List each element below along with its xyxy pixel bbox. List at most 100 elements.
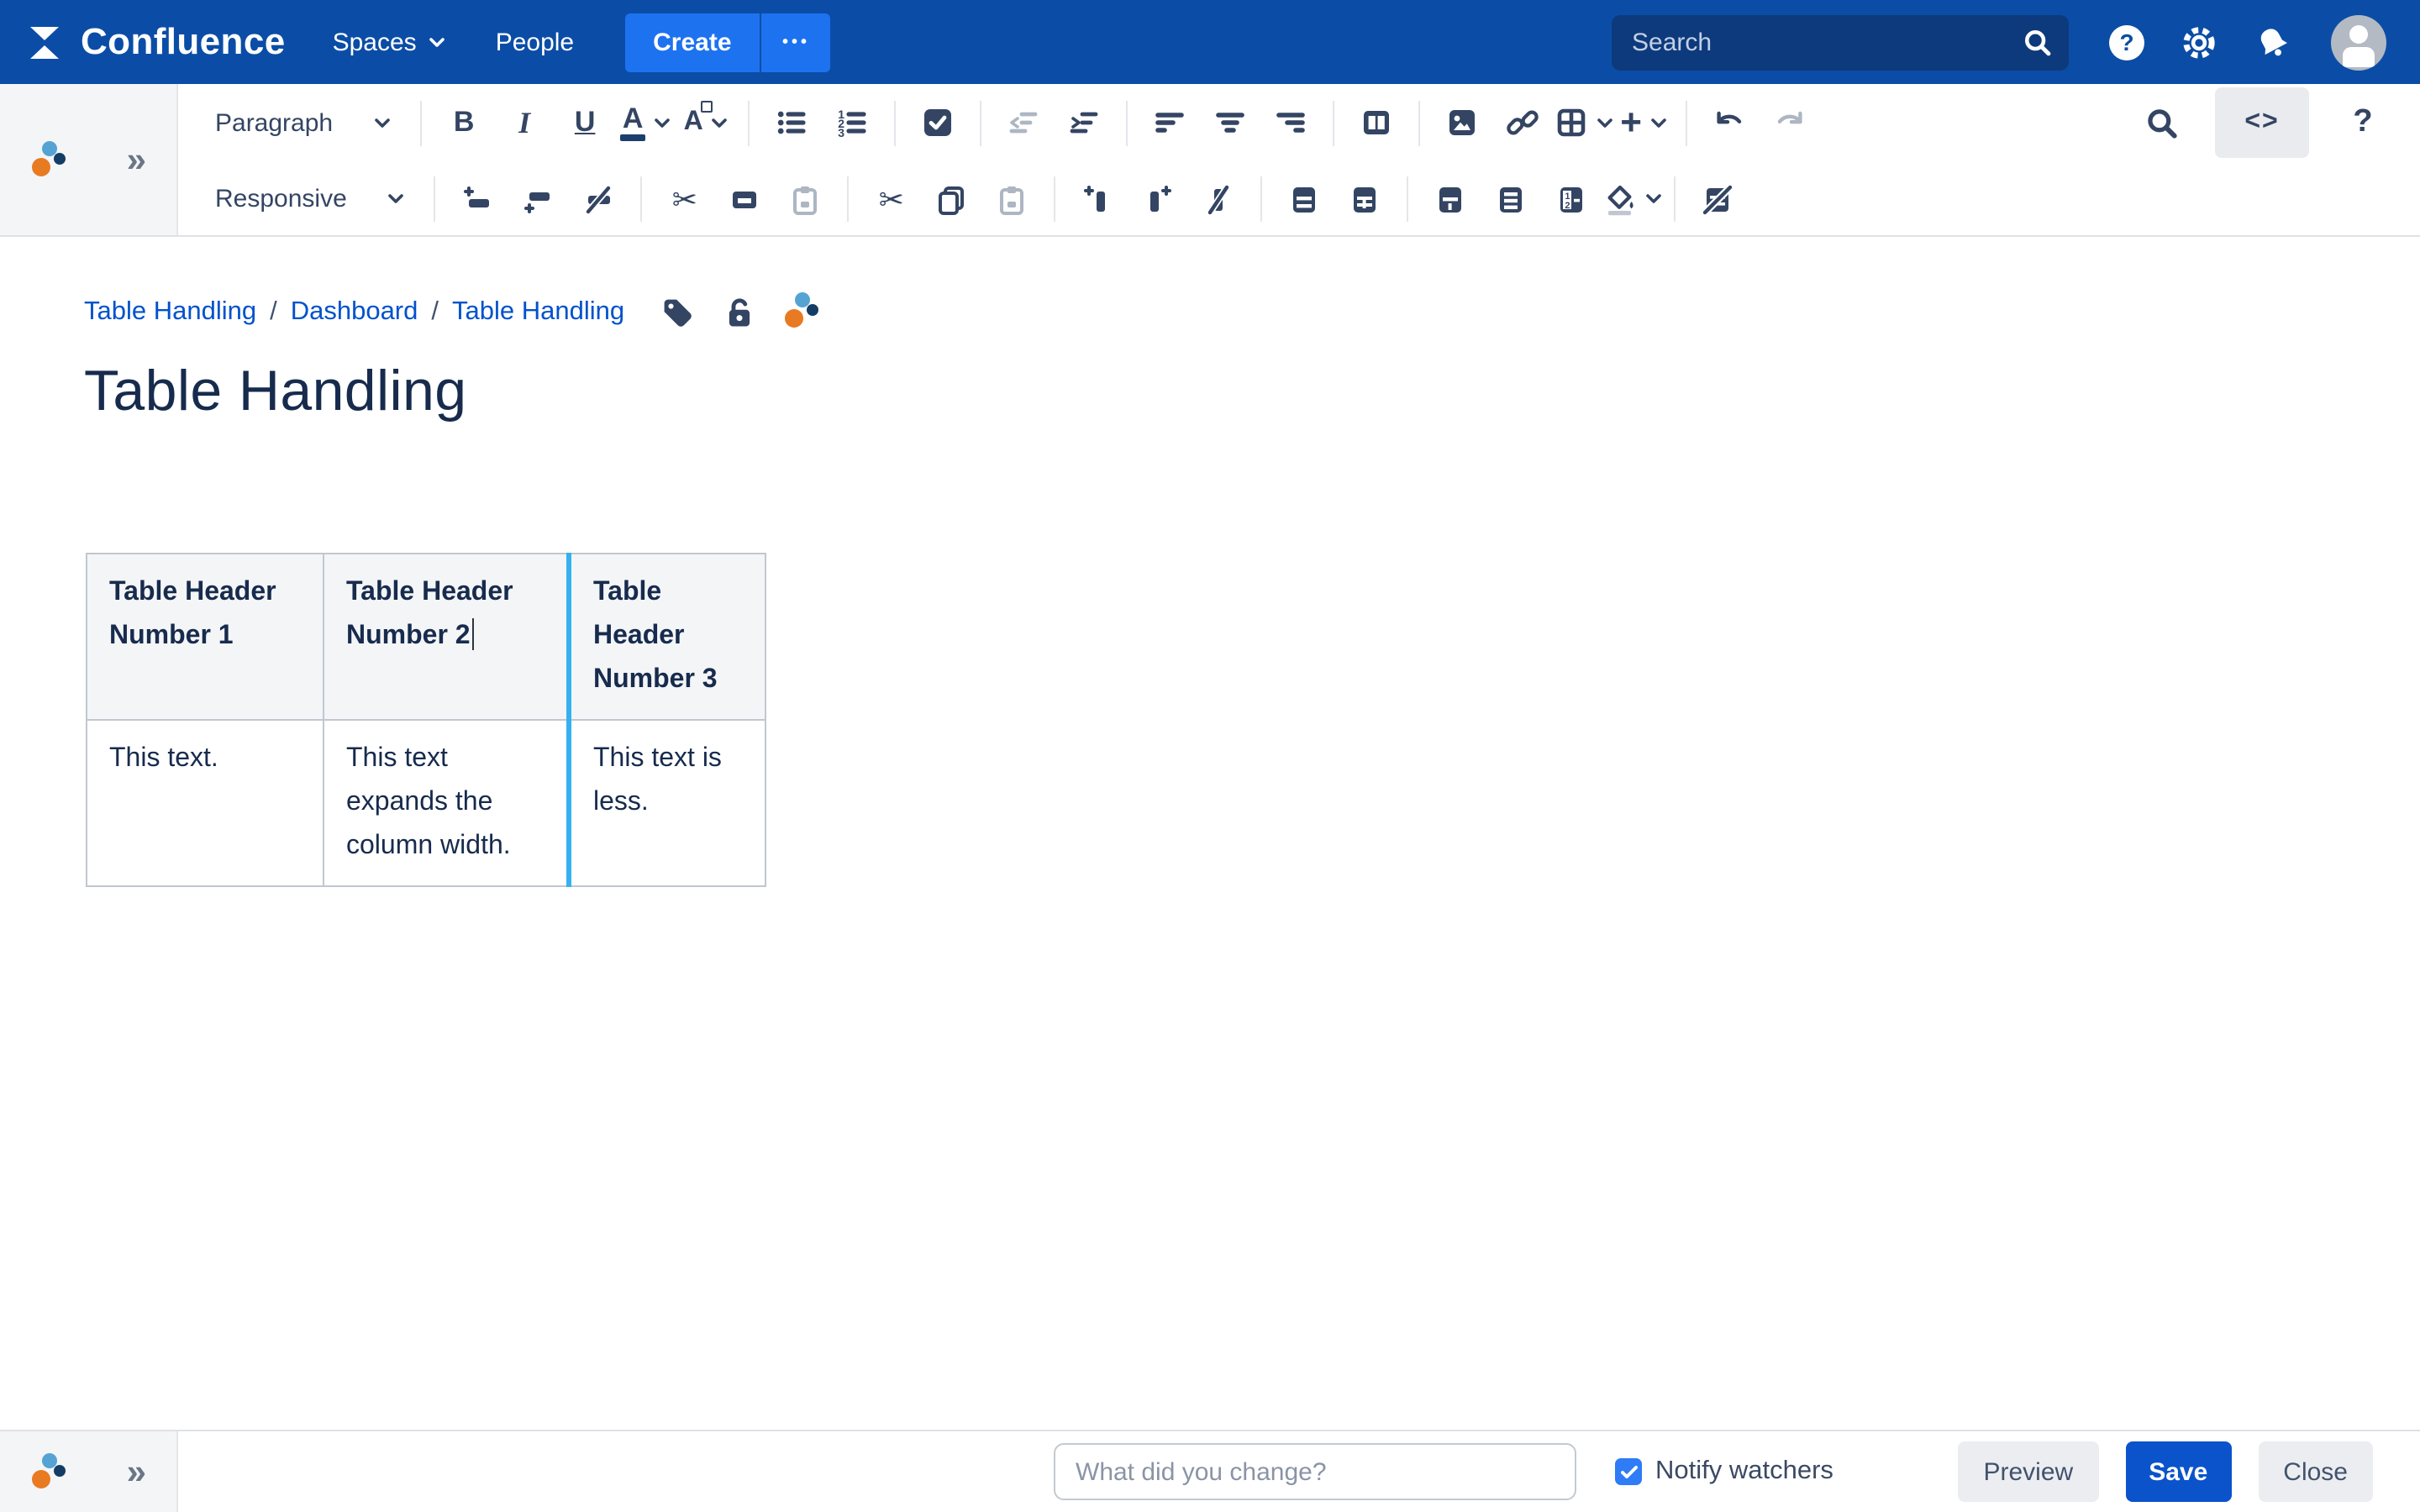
redo-button[interactable] — [1760, 96, 1820, 150]
undo-button[interactable] — [1699, 96, 1760, 150]
breadcrumb: Table Handling / Dashboard / Table Handl… — [84, 292, 2420, 331]
cut-button[interactable]: ✂ — [861, 172, 922, 226]
table-display-dropdown[interactable]: Responsive — [202, 185, 423, 213]
create-more-button[interactable]: ••• — [760, 13, 831, 71]
nav-people[interactable]: People — [496, 28, 574, 56]
align-right-button[interactable] — [1260, 96, 1321, 150]
insert-row-below-button[interactable] — [508, 172, 569, 226]
table-header-cell-1[interactable]: Table Header Number 1 — [87, 554, 324, 720]
notify-watchers: Notify watchers — [1615, 1457, 1833, 1487]
outdent-button[interactable] — [993, 96, 1054, 150]
labels-tag-icon[interactable] — [658, 293, 695, 330]
remove-table-button[interactable] — [1688, 172, 1749, 226]
delete-row-button[interactable] — [569, 172, 629, 226]
delete-column-button[interactable] — [1189, 172, 1249, 226]
find-replace-button[interactable] — [2131, 96, 2191, 150]
user-avatar[interactable] — [2331, 14, 2386, 70]
help-icon[interactable]: ? — [2109, 24, 2144, 60]
chevron-down-icon — [1596, 117, 1612, 129]
notifications-bell-icon[interactable] — [2254, 23, 2292, 61]
toolbar-divider — [1126, 100, 1128, 145]
table-header-cell-2[interactable]: Table Header Number 2 — [324, 554, 569, 720]
copy-button[interactable] — [922, 172, 982, 226]
task-list-button[interactable] — [908, 96, 968, 150]
paste-button[interactable] — [982, 172, 1043, 226]
editor-content: Table Handling / Dashboard / Table Handl… — [0, 237, 2420, 1430]
nav-spaces[interactable]: Spaces — [333, 28, 445, 56]
insert-column-right-button[interactable] — [1128, 172, 1189, 226]
link-icon — [1506, 106, 1539, 139]
header-row-toggle-button[interactable] — [1275, 172, 1335, 226]
insert-column-left-button[interactable] — [1068, 172, 1128, 226]
split-cell-button[interactable] — [1481, 172, 1542, 226]
change-comment-input[interactable] — [1054, 1443, 1576, 1500]
insert-row-above-button[interactable] — [448, 172, 508, 226]
confluence-logo-icon — [24, 21, 66, 63]
breadcrumb-separator: / — [270, 297, 277, 327]
source-editor-button[interactable]: <> — [2215, 87, 2309, 158]
chevron-down-icon — [429, 36, 445, 48]
italic-button[interactable]: I — [494, 96, 555, 150]
bold-button[interactable]: B — [434, 96, 494, 150]
breadcrumb-dashboard-link[interactable]: Dashboard — [291, 297, 418, 327]
more-formatting-button[interactable]: A — [676, 96, 736, 150]
plus-icon: + — [1620, 101, 1642, 144]
page-layout-button[interactable] — [1346, 96, 1407, 150]
paste-row-button[interactable] — [776, 172, 836, 226]
nav-menu: Spaces People — [333, 28, 575, 56]
editor-help-button[interactable]: ? — [2333, 96, 2393, 150]
breadcrumb-space-link[interactable]: Table Handling — [84, 297, 256, 327]
chevron-down-icon — [1645, 193, 1662, 205]
cut-row-button[interactable]: ✂ — [655, 172, 715, 226]
breadcrumb-page-link[interactable]: Table Handling — [452, 297, 624, 327]
paragraph-style-dropdown[interactable]: Paragraph — [202, 108, 408, 137]
close-button[interactable]: Close — [2258, 1441, 2373, 1502]
table-icon — [1554, 106, 1587, 139]
toolbar-divider — [894, 100, 896, 145]
nav-search — [1612, 14, 2069, 70]
confluence-logo[interactable]: Confluence — [24, 20, 286, 64]
table-cell-1[interactable]: This text. — [87, 720, 324, 886]
gear-icon[interactable] — [2180, 23, 2218, 61]
app-logo-icon — [30, 140, 69, 179]
expand-footer-button[interactable]: » — [127, 1454, 146, 1489]
insert-image-button[interactable] — [1432, 96, 1492, 150]
table-cell-2[interactable]: This text expands the column width. — [324, 720, 569, 886]
indent-button[interactable] — [1054, 96, 1114, 150]
insert-link-button[interactable] — [1492, 96, 1553, 150]
expand-sidebar-button[interactable]: » — [127, 142, 146, 177]
unlock-icon[interactable] — [720, 293, 757, 330]
align-left-button[interactable] — [1139, 96, 1200, 150]
search-input[interactable] — [1612, 14, 2069, 70]
toolbar-divider — [641, 176, 643, 222]
preview-button[interactable]: Preview — [1958, 1441, 2098, 1502]
number-column-button[interactable]: 1 2 — [1542, 172, 1602, 226]
scissors-icon: ✂ — [879, 184, 904, 214]
footer-buttons: Preview Save Close — [1958, 1441, 2420, 1502]
toolbar-divider — [1686, 100, 1687, 145]
save-button[interactable]: Save — [2125, 1441, 2231, 1502]
insert-more-button[interactable]: + — [1613, 96, 1674, 150]
paste-row-icon — [789, 182, 823, 216]
underline-button[interactable]: U — [555, 96, 615, 150]
text-color-button[interactable]: A — [615, 96, 676, 150]
toolbar-divider — [420, 100, 422, 145]
app-logo-icon — [30, 1452, 69, 1491]
page-title[interactable]: Table Handling — [84, 360, 2420, 425]
sidebar-collapsed-panel: » — [0, 84, 178, 237]
cell-color-button[interactable] — [1602, 172, 1663, 226]
align-center-button[interactable] — [1200, 96, 1260, 150]
footer-sidebar-panel: » — [0, 1431, 178, 1512]
confluence-editor: Confluence Spaces People Create ••• ? — [0, 0, 2420, 1512]
numbered-list-button[interactable]: 1 2 3 — [822, 96, 882, 150]
create-button[interactable]: Create — [624, 13, 760, 71]
table-cell-3[interactable]: This text is less. — [569, 720, 765, 886]
notify-watchers-checkbox[interactable] — [1615, 1458, 1642, 1485]
header-column-toggle-button[interactable] — [1335, 172, 1396, 226]
copy-row-button[interactable] — [715, 172, 776, 226]
avatar-head — [2349, 24, 2368, 43]
merge-cells-button[interactable] — [1421, 172, 1481, 226]
table-header-cell-3[interactable]: Table Header Number 3 — [569, 554, 765, 720]
insert-table-button[interactable] — [1553, 96, 1613, 150]
bullet-list-button[interactable] — [761, 96, 822, 150]
